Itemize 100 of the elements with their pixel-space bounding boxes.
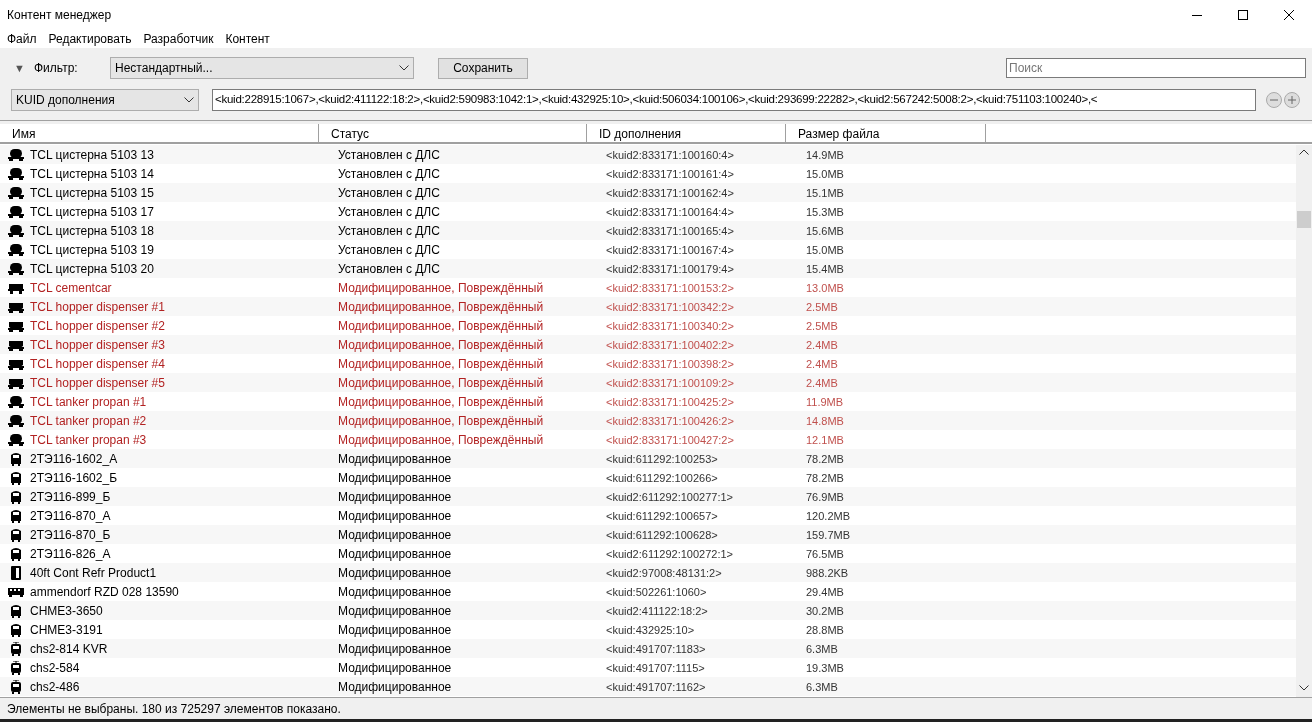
- kuid-cell: <kuid2:833171:100398:2>: [606, 357, 734, 370]
- tank-car-icon: [7, 147, 25, 162]
- window-title: Контент менеджер: [6, 7, 112, 24]
- size-cell: 2.5MB: [806, 319, 838, 332]
- status-cell: Установлен с ДЛС: [338, 204, 440, 219]
- status-cell: Модифицированное: [338, 660, 452, 675]
- kuid-cell: <kuid:611292:100628>: [606, 528, 718, 541]
- status-cell: Модифицированное: [338, 565, 452, 580]
- table-row[interactable]: CHME3-3650 Модифицированное <kuid2:411122:18:2> 30.2MB: [0, 601, 1296, 620]
- collapse-toggle[interactable]: ▼: [14, 59, 26, 77]
- kuid-cell: <kuid2:411122:18:2>: [606, 604, 708, 617]
- search-field[interactable]: Поиск: [1006, 58, 1306, 78]
- kuid-cell: <kuid2:833171:100161:4>: [606, 167, 734, 180]
- table-row[interactable]: TCL цистерна 5103 15 Установлен с ДЛС <kuid2:833171:100162:4> 15.1MB: [0, 183, 1296, 202]
- item-name: chs2-584: [30, 659, 80, 677]
- menu-item[interactable]: Контент: [219, 30, 276, 48]
- size-cell: 19.3MB: [806, 661, 844, 674]
- tank-car-icon: [7, 394, 25, 409]
- size-cell: 15.3MB: [806, 205, 844, 218]
- table-row[interactable]: 2ТЭ116-870_Б Модифицированное <kuid:611292:100628> 159.7MB: [0, 525, 1296, 544]
- kuid-cell: <kuid2:611292:100272:1>: [606, 547, 734, 560]
- size-cell: 2.4MB: [806, 338, 838, 351]
- size-cell: 13.0MB: [806, 281, 844, 294]
- size-cell: 15.4MB: [806, 262, 844, 275]
- size-cell: 12.1MB: [806, 433, 844, 446]
- table-row[interactable]: TCL tanker propan #2 Модифицированное, Повреждённый <kuid2:833171:100426:2> 14.8MB: [0, 411, 1296, 430]
- item-name: TCL цистерна 5103 18: [30, 222, 154, 240]
- scrollbar[interactable]: [1296, 145, 1312, 697]
- tank-car-icon: [7, 413, 25, 428]
- status-cell: Установлен с ДЛС: [338, 242, 440, 257]
- scroll-up-icon[interactable]: [1299, 149, 1309, 155]
- item-name: ammendorf RZD 028 13590: [30, 583, 179, 601]
- scroll-down-icon[interactable]: [1299, 685, 1309, 691]
- table-row[interactable]: TCL цистерна 5103 20 Установлен с ДЛС <kuid2:833171:100179:4> 15.4MB: [0, 259, 1296, 278]
- kuid-cell: <kuid2:833171:100340:2>: [606, 319, 734, 332]
- save-button[interactable]: Сохранить: [438, 57, 528, 79]
- size-cell: 78.2MB: [806, 452, 844, 465]
- kuid-cell: <kuid:491707:1162>: [606, 680, 706, 693]
- add-button[interactable]: [1284, 92, 1300, 108]
- status-cell: Модифицированное, Повреждённый: [338, 280, 544, 295]
- filter-dropdown[interactable]: Нестандартный...: [110, 57, 414, 79]
- kuid-list-field[interactable]: <kuid:228915:1067>,<kuid2:411122:18:2>,<kuid2:590983:1042:1>,<kuid:432925:10>,<kuid:506034:100106>,<kuid:293699:22282>,<kuid2:567242:5008:2>,<kuid:751103:100240>,<: [212, 89, 1256, 111]
- table-row[interactable]: 2ТЭ116-1602_А Модифицированное <kuid:611292:100253> 78.2MB: [0, 449, 1296, 468]
- kuid-cell: <kuid:611292:100657>: [606, 509, 718, 522]
- table-row[interactable]: chs2-814 KVR Модифицированное <kuid:491707:1183> 6.3MB: [0, 639, 1296, 658]
- item-name: chs2-814 KVR: [30, 640, 108, 658]
- size-cell: 120.2MB: [806, 509, 851, 522]
- menu-item[interactable]: Файл: [1, 30, 43, 48]
- size-cell: 14.8MB: [806, 414, 844, 427]
- size-cell: 29.4MB: [806, 585, 844, 598]
- status-cell: Модифицированное: [338, 527, 452, 542]
- item-name: 2ТЭ116-870_А: [30, 507, 111, 525]
- status-cell: Модифицированное: [338, 489, 452, 504]
- table-row[interactable]: TCL hopper dispenser #3 Модифицированное, Повреждённый <kuid2:833171:100402:2> 2.4MB: [0, 335, 1296, 354]
- size-cell: 30.2MB: [806, 604, 844, 617]
- status-cell: Установлен с ДЛС: [338, 185, 440, 200]
- status-cell: Модифицированное: [338, 603, 452, 618]
- column-header[interactable]: Размер файла: [786, 124, 986, 142]
- kuid-cell: <kuid:611292:100253>: [606, 452, 718, 465]
- remove-button[interactable]: [1266, 92, 1282, 108]
- kuid-cell: <kuid2:833171:100153:2>: [606, 281, 734, 294]
- kuid-cell: <kuid:502261:1060>: [606, 585, 707, 598]
- menu-item[interactable]: Разработчик: [137, 30, 220, 48]
- item-name: TCL tanker propan #1: [30, 393, 147, 411]
- column-header[interactable]: Статус: [319, 124, 587, 142]
- menu-item[interactable]: Редактировать: [42, 30, 138, 48]
- chevron-icon: [399, 65, 409, 71]
- table-row[interactable]: 2ТЭ116-899_Б Модифицированное <kuid2:611292:100277:1> 76.9MB: [0, 487, 1296, 506]
- kuid-cell: <kuid:611292:100266>: [606, 471, 718, 484]
- condition-dropdown[interactable]: KUID дополнения: [11, 89, 199, 111]
- table-row[interactable]: chs2-486 Модифицированное <kuid:491707:1162> 6.3MB: [0, 677, 1296, 696]
- kuid-cell: <kuid:432925:10>: [606, 623, 695, 636]
- status-cell: Модифицированное, Повреждённый: [338, 337, 544, 352]
- table-row[interactable]: TCL цистерна 5103 13 Установлен с ДЛС <kuid2:833171:100160:4> 14.9MB: [0, 145, 1296, 164]
- table-row[interactable]: TCL hopper dispenser #1 Модифицированное, Повреждённый <kuid2:833171:100342:2> 2.5MB: [0, 297, 1296, 316]
- status-cell: Модифицированное: [338, 470, 452, 485]
- size-cell: 6.3MB: [806, 642, 838, 655]
- table-row[interactable]: TCL цистерна 5103 18 Установлен с ДЛС <kuid2:833171:100165:4> 15.6MB: [0, 221, 1296, 240]
- column-header[interactable]: Имя: [0, 124, 319, 142]
- tank-car-icon: [7, 185, 25, 200]
- item-name: TCL hopper dispenser #1: [30, 298, 165, 316]
- size-cell: 988.2KB: [806, 566, 849, 579]
- status-cell: Модифицированное, Повреждённый: [338, 299, 544, 314]
- item-name: 2ТЭ116-1602_А: [30, 450, 118, 468]
- kuid-cell: <kuid2:833171:100165:4>: [606, 224, 734, 237]
- close-icon: [1284, 10, 1294, 20]
- table-row[interactable]: 40ft Cont Refr Product1 Модифицированное <kuid2:97008:48131:2> 988.2KB: [0, 563, 1296, 582]
- size-cell: 2.4MB: [806, 357, 838, 370]
- size-cell: 2.4MB: [806, 376, 838, 389]
- kuid-cell: <kuid:491707:1183>: [606, 642, 706, 655]
- item-name: 2ТЭ116-870_Б: [30, 526, 111, 544]
- scroll-thumb[interactable]: [1297, 211, 1311, 228]
- status-cell: Модифицированное, Повреждённый: [338, 318, 544, 333]
- kuid-cell: <kuid2:611292:100277:1>: [606, 490, 734, 503]
- column-header[interactable]: ID дополнения: [587, 124, 786, 142]
- item-name: CHME3-3650: [30, 602, 103, 620]
- item-name: 2ТЭ116-899_Б: [30, 488, 111, 506]
- table-row[interactable]: TCL hopper dispenser #5 Модифицированное, Повреждённый <kuid2:833171:100109:2> 2.4MB: [0, 373, 1296, 392]
- item-name: chs2-486: [30, 678, 80, 696]
- item-name: TCL цистерна 5103 15: [30, 184, 154, 202]
